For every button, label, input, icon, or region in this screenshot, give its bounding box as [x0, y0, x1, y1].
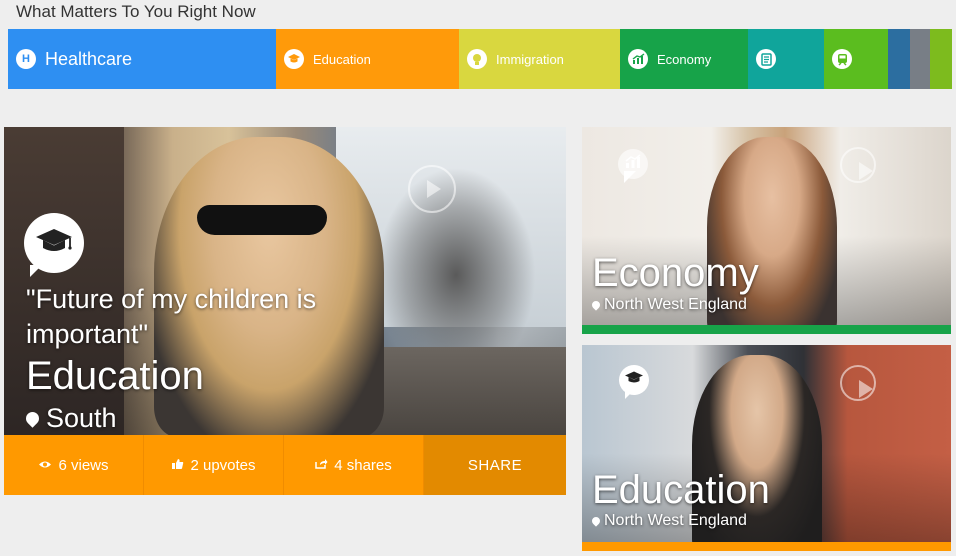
topic-bubble	[618, 149, 648, 183]
featured-location: South	[23, 401, 117, 435]
featured-quote: "Future of my children is important"	[26, 284, 317, 349]
page-title: What Matters To You Right Now	[16, 2, 256, 21]
topic-extra-3[interactable]	[930, 29, 952, 89]
eye-icon	[38, 458, 52, 472]
graduation-cap-icon	[624, 370, 644, 390]
topic-extra-1[interactable]	[888, 29, 910, 89]
topic-label: Economy	[657, 51, 712, 67]
side-video-topic: Economy	[592, 251, 759, 295]
side-video-location: North West England	[590, 295, 747, 315]
chart-icon	[624, 154, 642, 174]
side-video-thumbnail[interactable]: Education North West England	[582, 345, 951, 542]
side-video-card-economy[interactable]: Economy North West England	[582, 127, 951, 334]
side-video-location: North West England	[590, 511, 747, 531]
chart-icon	[628, 49, 648, 69]
topic-accent-bar	[582, 542, 951, 551]
topic-accent-bar	[582, 325, 951, 334]
graduation-cap-icon	[34, 226, 74, 261]
location-pin-icon	[590, 515, 602, 527]
side-video-card-education[interactable]: Education North West England	[582, 345, 951, 551]
topic-extra-2[interactable]	[910, 29, 930, 89]
graduation-cap-icon	[284, 49, 304, 69]
play-icon[interactable]	[840, 147, 876, 183]
play-icon[interactable]	[840, 365, 876, 401]
topic-bubble	[24, 213, 84, 277]
share-button[interactable]: SHARE	[424, 435, 566, 495]
topic-healthcare[interactable]: H Healthcare	[8, 29, 276, 89]
featured-video-thumbnail[interactable]: "Future of my children is important" Edu…	[4, 127, 566, 435]
topic-immigration[interactable]: Immigration	[459, 29, 620, 89]
topic-bar: H Healthcare Education Immigration Econo…	[8, 29, 952, 89]
hospital-icon: H	[16, 49, 36, 69]
stats-bar: 6 views 2 upvotes 4 shares SHARE	[4, 435, 566, 495]
views-stat: 6 views	[4, 435, 144, 495]
train-icon	[832, 49, 852, 69]
lightbulb-icon	[467, 49, 487, 69]
topic-bubble	[619, 365, 649, 399]
topic-label: Immigration	[496, 51, 564, 67]
topic-education[interactable]: Education	[276, 29, 459, 89]
featured-topic: Education	[26, 354, 204, 398]
featured-video-card[interactable]: "Future of my children is important" Edu…	[4, 127, 566, 495]
side-video-topic: Education	[592, 468, 770, 512]
location-pin-icon	[23, 408, 42, 428]
document-icon	[756, 49, 776, 69]
topic-label: Healthcare	[45, 48, 133, 69]
thumbs-up-icon	[171, 458, 184, 473]
topic-document[interactable]	[748, 29, 824, 89]
location-pin-icon	[590, 299, 602, 311]
shares-stat: 4 shares	[284, 435, 424, 495]
share-icon	[315, 458, 328, 472]
play-icon[interactable]	[408, 165, 456, 213]
topic-economy[interactable]: Economy	[620, 29, 748, 89]
topic-label: Education	[313, 51, 371, 67]
upvotes-stat[interactable]: 2 upvotes	[144, 435, 284, 495]
topic-transport[interactable]	[824, 29, 888, 89]
side-video-thumbnail[interactable]: Economy North West England	[582, 127, 951, 325]
location-label: South	[46, 403, 117, 433]
